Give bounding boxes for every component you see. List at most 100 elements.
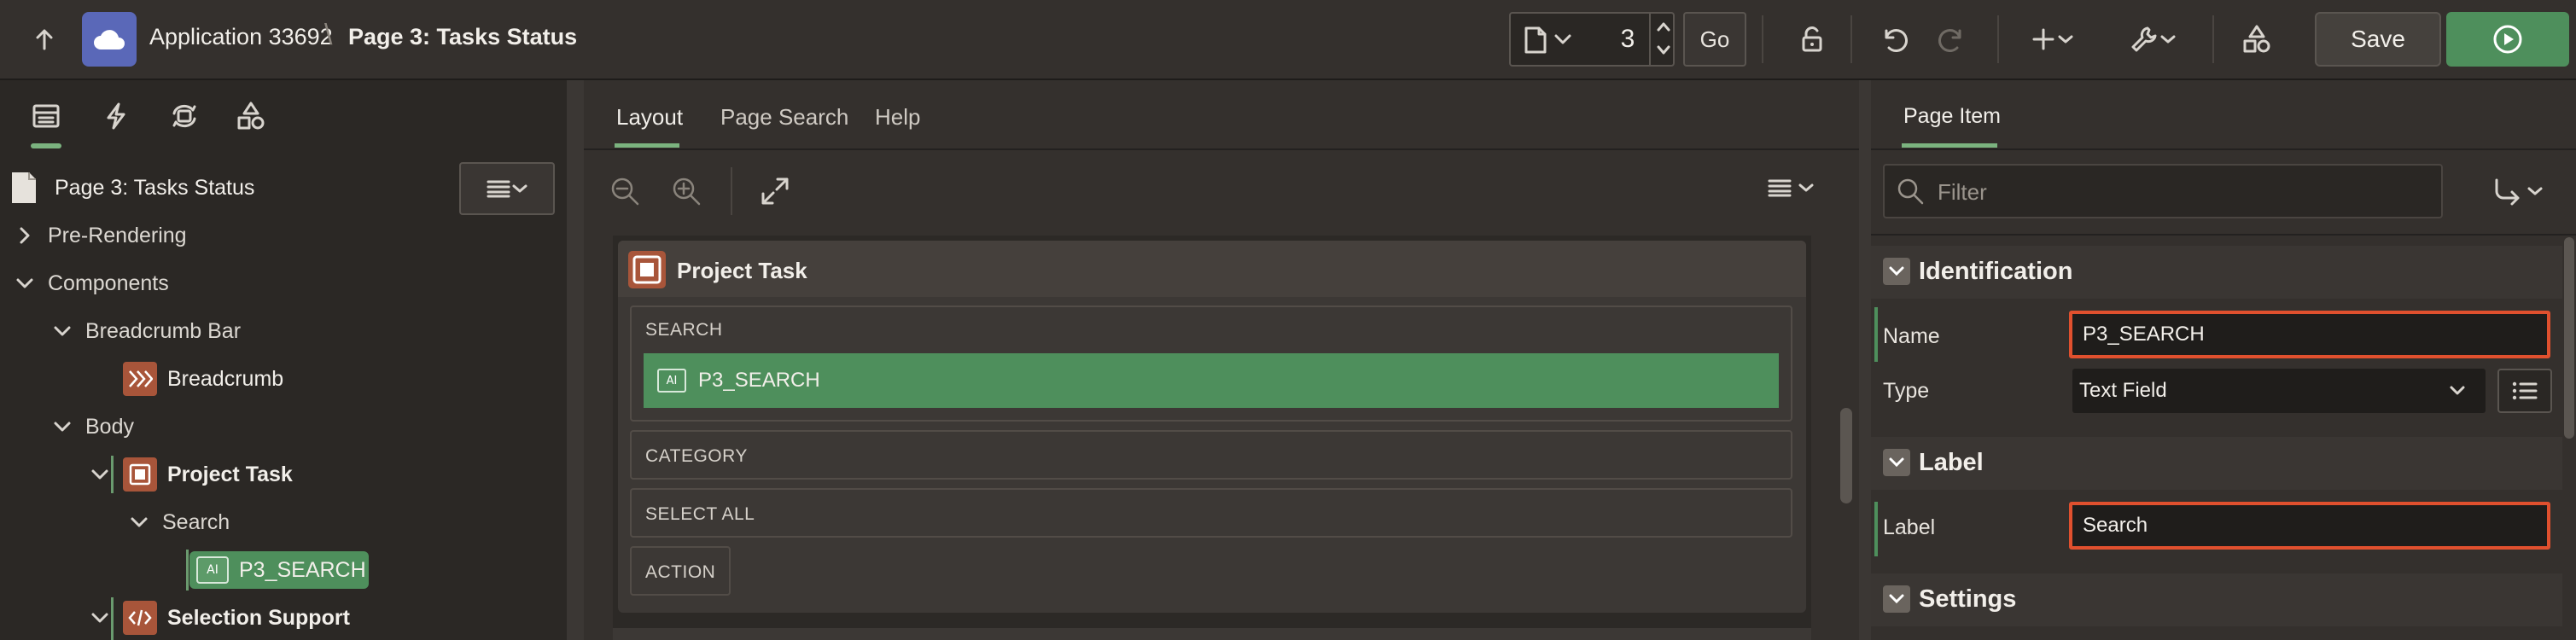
go-button[interactable]: Go: [1683, 12, 1746, 67]
tab-layout[interactable]: Layout: [616, 104, 683, 131]
tab-help[interactable]: Help: [875, 104, 920, 131]
slot-select-all[interactable]: [630, 488, 1792, 538]
processing-cycle-icon: [172, 104, 196, 128]
menu-lines-icon: [1768, 179, 1792, 197]
tab-page-search[interactable]: Page Search: [720, 104, 848, 131]
page-selector[interactable]: 3: [1509, 12, 1675, 67]
create-menu-button[interactable]: [2018, 12, 2086, 67]
shared-components-tab[interactable]: [224, 89, 278, 143]
slot-category[interactable]: [630, 430, 1792, 480]
save-button[interactable]: Save: [2315, 12, 2441, 67]
group-title: Settings: [1919, 585, 2017, 613]
tree-node-label: P3_SEARCH: [239, 557, 366, 582]
tree-page-title[interactable]: Page 3: Tasks Status: [55, 176, 254, 201]
utilities-menu-button[interactable]: [2118, 12, 2187, 67]
application-name-link[interactable]: Application 33692: [149, 24, 333, 50]
processing-tab[interactable]: [157, 89, 212, 143]
zoom-in-button[interactable]: [669, 174, 703, 208]
tree-node-selection-support[interactable]: Selection Support: [89, 596, 350, 640]
name-field[interactable]: P3_SEARCH: [2069, 311, 2550, 358]
group-collapse-button[interactable]: [1883, 449, 1910, 476]
zoom-in-icon: [673, 177, 701, 206]
type-list-button[interactable]: [2497, 369, 2552, 413]
left-splitter[interactable]: [567, 80, 584, 640]
undo-icon: [1885, 29, 1908, 52]
chevron-down-icon[interactable]: [51, 416, 73, 438]
redo-button[interactable]: [1926, 12, 1980, 67]
zoom-out-button[interactable]: [608, 174, 642, 208]
active-tab-indicator: [31, 143, 61, 148]
menu-lines-icon: [487, 180, 510, 198]
wrench-icon: [2131, 26, 2157, 52]
shared-components-button[interactable]: [2229, 12, 2284, 67]
required-property-marker: [1874, 307, 1878, 362]
toolbar-divider: [1997, 15, 1999, 63]
go-to-group-button[interactable]: [2492, 176, 2544, 207]
tab-divider: [1871, 148, 2576, 150]
code-region-icon: [123, 601, 157, 635]
group-collapse-button[interactable]: [1883, 258, 1910, 285]
chevron-down-icon: [2527, 187, 2543, 195]
tree-node-breadcrumb[interactable]: Breadcrumb: [123, 357, 283, 401]
layout-options-menu-button[interactable]: [1767, 177, 1815, 198]
group-collapse-button[interactable]: [1883, 585, 1910, 613]
region-title: Project Task: [677, 258, 807, 283]
expand-button[interactable]: [760, 176, 790, 207]
tree-node-project-task[interactable]: Project Task: [89, 452, 293, 497]
tree-node-body[interactable]: Body: [51, 404, 134, 449]
page-number-input[interactable]: 3: [1606, 14, 1649, 65]
type-selected-value: Text Field: [2079, 379, 2167, 402]
tree-guide-line: [186, 550, 189, 591]
navigate-up-button[interactable]: [20, 12, 68, 67]
shapes-icon: [237, 102, 265, 130]
property-label-name: Name: [1883, 324, 1940, 348]
chevron-down-icon[interactable]: [89, 463, 111, 486]
property-label-type: Type: [1883, 379, 1930, 403]
chevron-down-icon: [512, 184, 527, 193]
tree-node-search-slot[interactable]: Search: [128, 500, 230, 544]
next-region-edge: [613, 628, 1811, 640]
tree-node-pre-rendering[interactable]: Pre-Rendering: [14, 213, 187, 258]
tab-page-item[interactable]: Page Item: [1903, 104, 2001, 129]
rendering-tab[interactable]: [19, 89, 73, 143]
chevron-down-icon[interactable]: [89, 607, 111, 629]
chevron-down-icon: [1889, 457, 1904, 468]
chevron-down-icon[interactable]: [14, 272, 36, 294]
label-field[interactable]: Search: [2069, 502, 2550, 550]
toolbar-divider: [1762, 15, 1763, 63]
tree-node-label: Breadcrumb: [167, 366, 284, 391]
active-tab-indicator: [1902, 143, 1997, 148]
right-splitter[interactable]: [1859, 80, 1871, 640]
chevron-down-icon[interactable]: [51, 320, 73, 342]
tree-node-components[interactable]: Components: [14, 261, 169, 305]
breadcrumb-region-icon: [123, 362, 157, 396]
layout-scrollbar[interactable]: [1840, 408, 1852, 503]
app-cloud-icon: [94, 30, 125, 49]
property-editor-scrollbar[interactable]: [2564, 237, 2574, 439]
chevron-down-icon[interactable]: [128, 511, 150, 533]
app-logo[interactable]: [82, 12, 137, 67]
stepper-down-icon[interactable]: [1656, 44, 1671, 56]
lock-page-button[interactable]: [1784, 12, 1839, 67]
chevron-down-icon: [2160, 35, 2176, 44]
toolbar-divider: [1850, 15, 1852, 63]
undo-button[interactable]: [1866, 12, 1920, 67]
tree-node-p3-search[interactable]: AI P3_SEARCH: [196, 548, 366, 592]
go-to-group-icon: [2495, 178, 2520, 206]
dynamic-actions-tab[interactable]: [89, 89, 143, 143]
play-icon: [2493, 25, 2522, 54]
lightning-icon: [107, 102, 125, 130]
stepper-up-icon[interactable]: [1656, 20, 1671, 32]
chevron-right-icon[interactable]: [14, 224, 36, 247]
group-title: Identification: [1919, 258, 2073, 285]
tree-node-label: Pre-Rendering: [48, 223, 187, 247]
run-page-button[interactable]: [2446, 12, 2569, 67]
group-title: Label: [1919, 449, 1984, 476]
chevron-down-icon[interactable]: [1553, 32, 1572, 46]
toolbar-divider: [2212, 15, 2214, 63]
tree-options-menu-button[interactable]: [459, 162, 555, 215]
toolbar-divider: [731, 167, 732, 215]
filter-placeholder: Filter: [1938, 179, 1987, 205]
tree-node-breadcrumb-bar[interactable]: Breadcrumb Bar: [51, 309, 241, 353]
page-item-label: P3_SEARCH: [698, 369, 820, 392]
